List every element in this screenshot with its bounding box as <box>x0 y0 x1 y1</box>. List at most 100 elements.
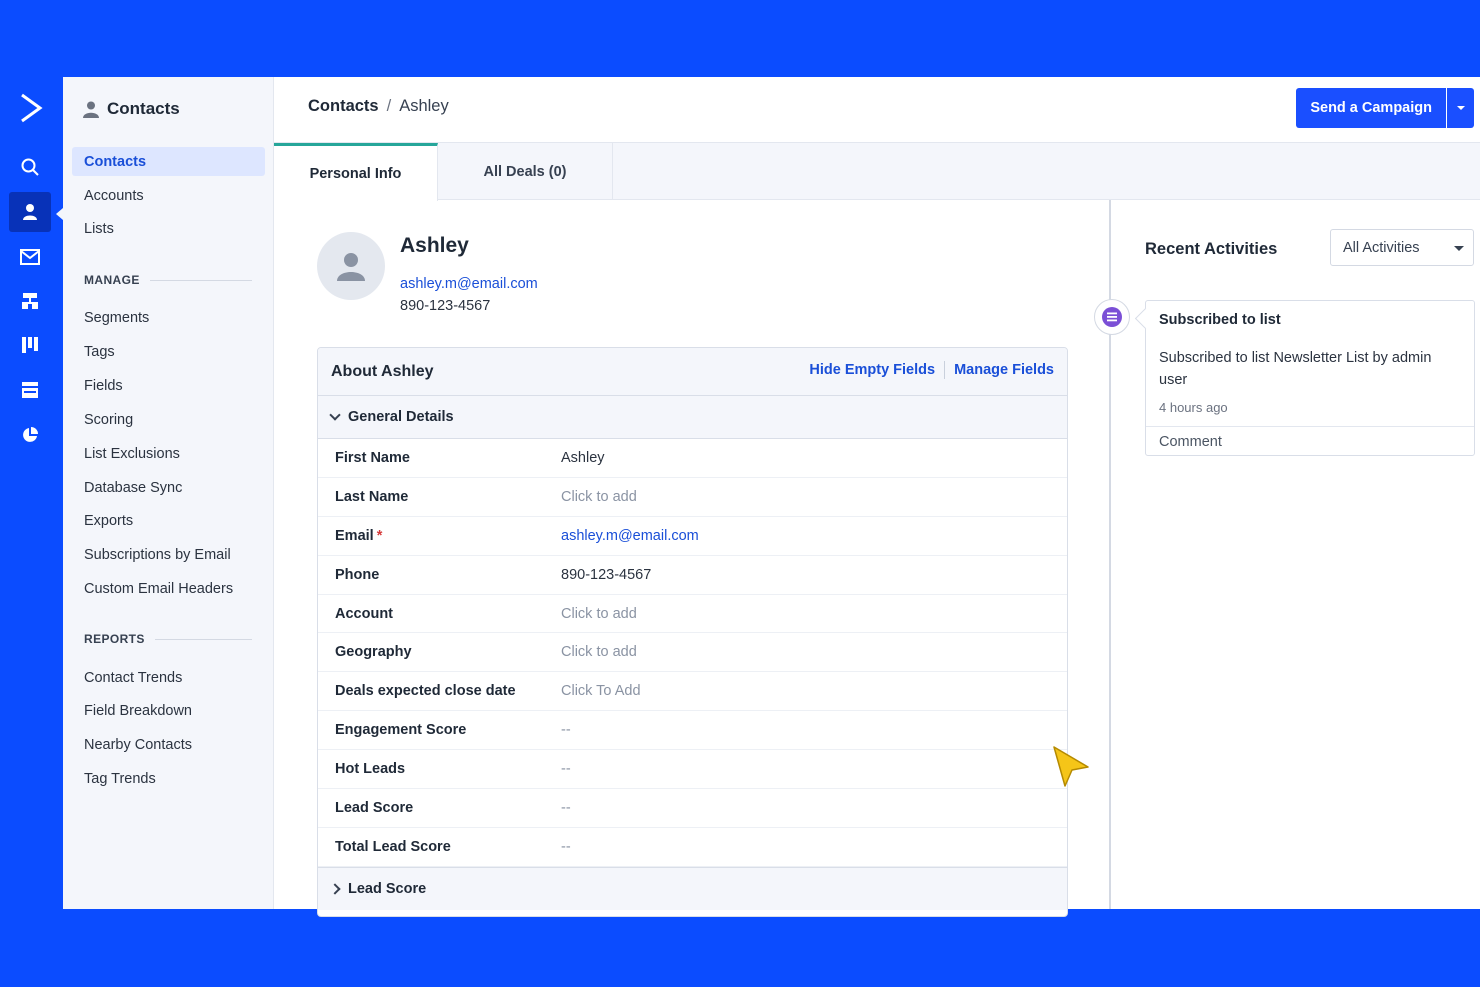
field-value[interactable]: -- <box>561 761 571 777</box>
nav-item-contacts[interactable]: Contacts <box>72 147 265 176</box>
search-icon[interactable] <box>9 147 51 187</box>
field-row: Account Click to add <box>318 595 1067 634</box>
active-indicator <box>56 208 63 220</box>
field-value[interactable]: Click to add <box>561 489 637 505</box>
field-label-text: Deals expected close date <box>335 683 516 700</box>
field-label-text: Account <box>335 605 393 622</box>
about-actions: Hide Empty Fields Manage Fields <box>809 361 1054 379</box>
activity-time: 4 hours ago <box>1159 400 1228 415</box>
tab-personal-info[interactable]: Personal Info <box>274 143 438 201</box>
field-label-text: Phone <box>335 566 380 583</box>
breadcrumb: Contacts / Ashley <box>308 97 449 116</box>
nav-item-tag-trends[interactable]: Tag Trends <box>72 764 265 793</box>
nav-item-scoring[interactable]: Scoring <box>72 405 265 434</box>
field-row: Phone 890-123-4567 <box>318 556 1067 595</box>
app-window: Contacts Contacts Accounts Lists MANAGE … <box>0 77 1480 917</box>
field-label: Deals expected close date <box>318 683 561 699</box>
breadcrumb-current: Ashley <box>399 97 449 115</box>
nav-item-nearby-contacts[interactable]: Nearby Contacts <box>72 730 265 759</box>
icon-rail <box>0 77 63 909</box>
field-row: Lead Score -- <box>318 789 1067 828</box>
field-label: Phone <box>318 567 561 583</box>
recent-activities-panel: Recent Activities All Activities Subscri… <box>1094 200 1480 909</box>
main-panel: Contacts / Ashley Send a Campaign Person… <box>274 77 1480 917</box>
nav-item-tags[interactable]: Tags <box>72 337 265 366</box>
field-value[interactable]: 890-123-4567 <box>561 567 651 583</box>
field-label: Email * <box>318 528 561 544</box>
field-value[interactable]: Ashley <box>561 450 605 466</box>
field-label: Lead Score <box>318 800 561 816</box>
top-bar: Contacts / Ashley Send a Campaign <box>274 77 1480 143</box>
reports-icon[interactable] <box>9 415 51 455</box>
contact-email-link[interactable]: ashley.m@email.com <box>400 276 538 292</box>
nav-item-segments[interactable]: Segments <box>72 303 265 332</box>
nav-item-exports[interactable]: Exports <box>72 506 265 535</box>
chevron-right-icon <box>329 883 341 895</box>
nav-section-manage-label: MANAGE <box>84 273 140 287</box>
activity-title: Subscribed to list <box>1159 312 1281 328</box>
field-value[interactable]: ashley.m@email.com <box>561 528 699 544</box>
lead-score-toggle[interactable]: Lead Score <box>318 866 1067 910</box>
automation-icon[interactable] <box>9 281 51 321</box>
nav-item-lists[interactable]: Lists <box>72 214 265 243</box>
field-row: Email * ashley.m@email.com <box>318 517 1067 556</box>
field-value[interactable]: Click To Add <box>561 683 641 699</box>
field-value[interactable]: Click to add <box>561 644 637 660</box>
field-row: First Name Ashley <box>318 439 1067 478</box>
field-row: Last Name Click to add <box>318 478 1067 517</box>
email-icon[interactable] <box>9 237 51 277</box>
about-title: About Ashley <box>331 363 434 380</box>
about-card-header: About Ashley Hide Empty Fields Manage Fi… <box>318 348 1067 396</box>
send-campaign-button[interactable]: Send a Campaign <box>1296 88 1446 128</box>
general-details-label: General Details <box>348 409 454 425</box>
field-value[interactable]: -- <box>561 722 571 738</box>
field-value[interactable]: Click to add <box>561 606 637 622</box>
contact-details: Ashley ashley.m@email.com 890-123-4567 A… <box>274 200 1109 917</box>
field-label: Geography <box>318 644 561 660</box>
pipeline-icon[interactable] <box>9 325 51 365</box>
field-value[interactable]: -- <box>561 839 571 855</box>
field-label-text: First Name <box>335 449 410 466</box>
nav-item-contact-trends[interactable]: Contact Trends <box>72 663 265 692</box>
field-label: Hot Leads <box>318 761 561 777</box>
contacts-icon[interactable] <box>9 192 51 232</box>
send-campaign-dropdown-button[interactable] <box>1447 88 1474 128</box>
nav-section-reports-label: REPORTS <box>84 632 145 646</box>
field-value[interactable]: -- <box>561 800 571 816</box>
activities-filter-select[interactable]: All Activities <box>1330 229 1474 266</box>
general-details-toggle[interactable]: General Details <box>318 396 1067 439</box>
field-label: Account <box>318 606 561 622</box>
activity-detail: Subscribed to list Newsletter List by ad… <box>1159 350 1432 388</box>
avatar-person-icon <box>337 253 365 281</box>
hide-empty-fields-link[interactable]: Hide Empty Fields <box>809 362 935 378</box>
breadcrumb-root[interactable]: Contacts <box>308 97 379 116</box>
field-label-text: Email <box>335 527 374 544</box>
chevron-down-icon <box>329 409 341 421</box>
tab-bar: Personal Info All Deals (0) <box>274 143 1480 201</box>
tab-all-deals[interactable]: All Deals (0) <box>438 143 613 200</box>
secondary-nav: Contacts Contacts Accounts Lists MANAGE … <box>63 77 274 909</box>
nav-section-reports: REPORTS <box>84 632 252 646</box>
field-label: Last Name <box>318 489 561 505</box>
activity-list-icon <box>1094 299 1130 335</box>
contact-phone: 890-123-4567 <box>400 298 491 314</box>
required-marker: * <box>376 527 383 544</box>
site-icon[interactable] <box>9 370 51 410</box>
avatar <box>317 232 385 300</box>
nav-item-database-sync[interactable]: Database Sync <box>72 473 265 502</box>
field-label: Engagement Score <box>318 722 561 738</box>
field-label: Total Lead Score <box>318 839 561 855</box>
nav-item-list-exclusions[interactable]: List Exclusions <box>72 439 265 468</box>
field-row: Engagement Score -- <box>318 711 1067 751</box>
nav-item-subscriptions-by-email[interactable]: Subscriptions by Email <box>72 540 265 569</box>
nav-item-accounts[interactable]: Accounts <box>72 181 265 210</box>
nav-item-fields[interactable]: Fields <box>72 371 265 400</box>
field-row: Geography Click to add <box>318 633 1067 673</box>
activity-comment-button[interactable]: Comment <box>1146 426 1474 456</box>
logo-chevron-icon[interactable] <box>14 91 48 125</box>
nav-item-field-breakdown[interactable]: Field Breakdown <box>72 696 265 725</box>
contact-name: Ashley <box>400 234 469 257</box>
manage-fields-link[interactable]: Manage Fields <box>954 362 1054 378</box>
breadcrumb-separator: / <box>386 97 392 115</box>
nav-item-custom-email-headers[interactable]: Custom Email Headers <box>72 574 265 603</box>
